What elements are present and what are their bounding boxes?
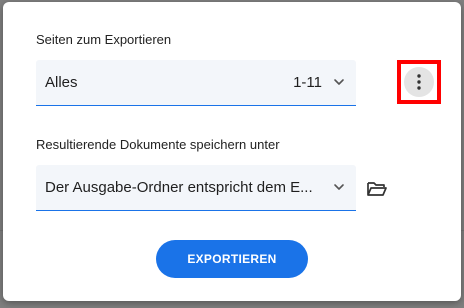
browse-folder-button[interactable]: [365, 177, 389, 201]
pages-to-export-select[interactable]: Alles 1-11: [36, 60, 356, 106]
output-folder-select[interactable]: Der Ausgabe-Ordner entspricht dem E...: [36, 165, 356, 211]
more-options-button[interactable]: [404, 67, 434, 97]
chevron-down-icon: [334, 184, 344, 190]
pages-to-export-value: Alles: [45, 74, 78, 91]
export-button[interactable]: EXPORTIEREN: [156, 240, 308, 278]
export-dialog: Seiten zum Exportieren Alles 1-11 Result…: [3, 2, 461, 301]
output-folder-value: Der Ausgabe-Ordner entspricht dem E...: [45, 179, 313, 196]
folder-open-icon: [367, 182, 387, 196]
save-documents-label: Resultierende Dokumente speichern unter: [36, 137, 280, 152]
pages-to-export-label: Seiten zum Exportieren: [36, 32, 172, 47]
chevron-down-icon: [334, 79, 344, 85]
more-vert-icon: [417, 74, 421, 90]
pages-range-value: 1-11: [293, 74, 322, 91]
